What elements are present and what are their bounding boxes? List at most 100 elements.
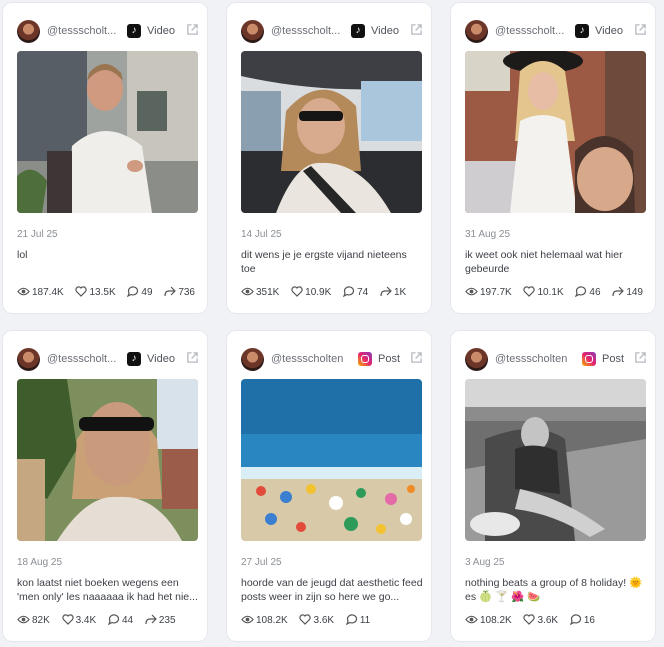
avatar [17,20,40,43]
content-grid: @tessscholt... ♪ Video 21 Jul 25 lol 187… [0,0,664,647]
views-stat: 187.4K [17,286,64,298]
likes-stat: 10.9K [291,286,331,298]
avatar [465,20,488,43]
account-handle[interactable]: @tessscholt... [47,25,129,37]
stats-row: 351K 10.9K 74 1K [241,286,426,300]
post-card[interactable]: @tessscholt... ♪ Video 14 Jul 25 dit wen… [227,3,431,313]
views-stat: 82K [17,614,50,626]
post-date: 3 Aug 25 [465,557,505,568]
tiktok-icon: ♪ [127,352,141,366]
likes-stat: 3.6K [523,614,558,626]
post-date: 27 Jul 25 [241,557,282,568]
account-handle[interactable]: @tessscholten [271,353,351,365]
likes-stat: 10.1K [523,286,564,298]
post-card[interactable]: @tessscholt... ♪ Video 31 Aug 25 ik weet… [451,3,655,313]
instagram-icon [358,352,372,366]
account-handle[interactable]: @tessscholt... [47,353,129,365]
heart-icon [523,614,536,625]
avatar [241,20,264,43]
post-card[interactable]: @tessscholt... ♪ Video 21 Jul 25 lol 187… [3,3,207,313]
heart-icon [299,614,312,625]
stats-row: 197.7K 10.1K 46 149 [465,286,650,300]
comments-stat: 49 [127,286,153,298]
post-date: 14 Jul 25 [241,229,282,240]
comment-icon [345,614,357,626]
eye-icon [465,615,478,624]
stats-row: 108.2K 3.6K 11 [241,614,426,628]
heart-icon [75,286,88,297]
eye-icon [17,287,30,296]
external-link-icon[interactable] [186,23,199,36]
heart-icon [291,286,303,297]
external-link-icon[interactable] [634,23,647,36]
stats-row: 108.2K 3.6K 16 [465,614,650,628]
likes-stat: 3.4K [61,614,96,626]
comment-icon [107,614,119,626]
heart-icon [523,286,536,297]
external-link-icon[interactable] [186,351,199,364]
card-header: @tessscholt... ♪ Video [227,18,431,46]
likes-stat: 13.5K [75,286,116,298]
post-thumbnail[interactable] [241,51,422,213]
views-stat: 197.7K [465,286,512,298]
account-handle[interactable]: @tessscholten [495,353,575,365]
post-caption: dit wens je je ergste vijand nieteens to… [241,249,407,275]
comments-stat: 11 [345,614,370,626]
comment-icon [342,286,355,298]
shares-stat: 149 [612,286,643,298]
post-thumbnail[interactable] [241,379,422,541]
comment-icon [569,614,581,626]
external-link-icon[interactable] [410,23,423,36]
post-date: 18 Aug 25 [17,557,63,568]
account-handle[interactable]: @tessscholt... [271,25,353,37]
post-caption: hoorde van de jeugd dat aesthetic feed p… [241,577,423,603]
post-type: Video [595,25,623,37]
card-header: @tessscholt... ♪ Video [3,18,207,46]
stats-row: 187.4K 13.5K 49 736 [17,286,202,300]
post-date: 21 Jul 25 [17,229,58,240]
account-handle[interactable]: @tessscholt... [495,25,577,37]
card-header: @tessscholt... ♪ Video [451,18,655,46]
comment-icon [127,286,139,298]
stats-row: 82K 3.4K 44 235 [17,614,202,628]
eye-icon [17,615,30,624]
tiktok-icon: ♪ [575,24,589,38]
comments-stat: 46 [575,286,601,298]
post-card[interactable]: @tessscholt... ♪ Video 18 Aug 25 kon laa… [3,331,207,641]
avatar [17,348,40,371]
post-thumbnail[interactable] [17,379,198,541]
heart-icon [61,614,74,625]
post-type: Post [602,353,625,365]
avatar [241,348,264,371]
shares-stat: 736 [164,286,195,298]
post-card[interactable]: @tessscholten Post 27 Jul 25 hoorde van … [227,331,431,641]
post-caption: nothing beats a group of 8 holiday! 🌞 es… [465,577,643,603]
eye-icon [465,287,478,296]
external-link-icon[interactable] [634,351,647,364]
post-type: Video [147,353,175,365]
card-header: @tessscholten Post [227,346,431,374]
comments-stat: 16 [569,614,595,626]
post-type: Video [147,25,175,37]
post-thumbnail[interactable] [17,51,198,213]
share-icon [612,286,625,297]
post-card[interactable]: @tessscholten Post 3 Aug 25 nothing beat… [451,331,655,641]
post-type: Post [378,353,401,365]
external-link-icon[interactable] [410,351,423,364]
views-stat: 108.2K [241,614,288,626]
share-icon [380,286,392,297]
comments-stat: 44 [107,614,133,626]
post-thumbnail[interactable] [465,51,646,213]
tiktok-icon: ♪ [351,24,365,38]
card-header: @tessscholt... ♪ Video [3,346,207,374]
views-stat: 108.2K [465,614,512,626]
likes-stat: 3.6K [299,614,334,626]
comments-stat: 74 [342,286,368,298]
post-thumbnail[interactable] [465,379,646,541]
avatar [465,348,488,371]
share-icon [145,614,157,625]
shares-stat: 1K [380,286,406,298]
shares-stat: 235 [145,614,176,626]
instagram-icon [582,352,596,366]
eye-icon [241,287,254,296]
